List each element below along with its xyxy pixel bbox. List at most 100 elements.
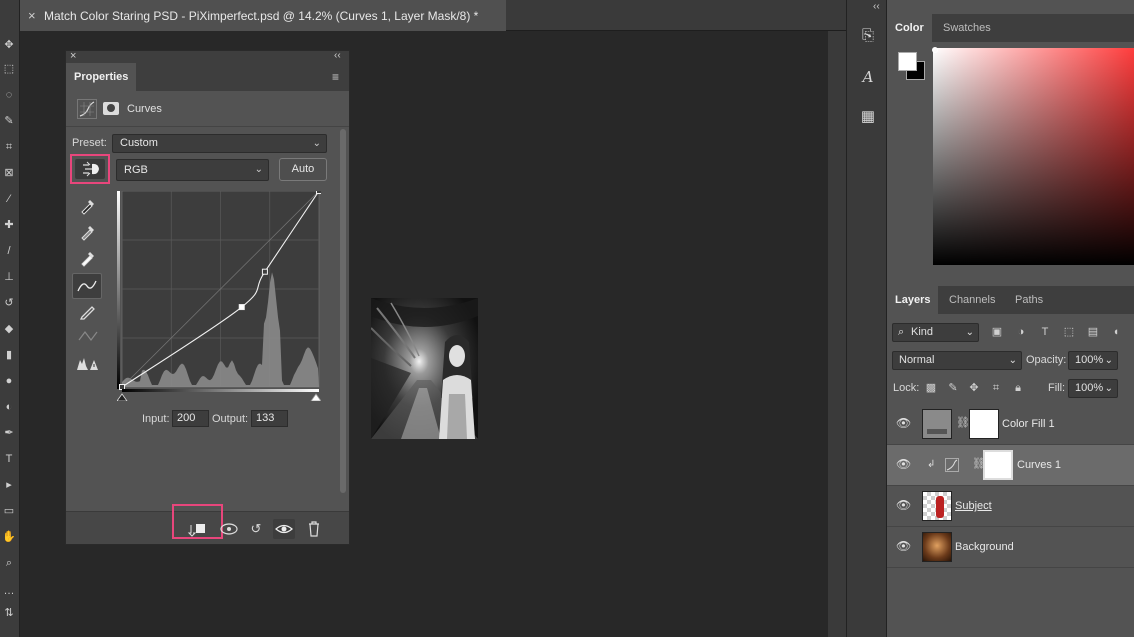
preset-select[interactable]: Custom ⌄ [112,134,327,153]
lock-all-icon[interactable]: 🔒︎ [1011,381,1025,395]
clipping-warning-icon[interactable] [74,354,102,378]
layer-row-curves-1[interactable]: 👁︎ ↲ ⛓︎ Curves 1 [887,445,1134,486]
fill-field[interactable]: 100% ⌄ [1068,379,1118,398]
lasso-tool-icon[interactable]: ◌ [2,88,16,102]
collapse-panel-icon[interactable]: ‹‹ [334,50,341,61]
background-thumbnail [922,532,952,562]
auto-button[interactable]: Auto [279,158,327,181]
channel-select[interactable]: RGB ⌄ [116,159,269,181]
black-point-eyedropper-icon[interactable] [74,196,102,220]
chevron-down-icon: ⌄ [1104,383,1113,394]
blur-tool-icon[interactable]: ● [2,374,16,388]
lock-artboard-icon[interactable]: ⌗ [989,381,1003,395]
tab-swatches[interactable]: Swatches [935,14,999,42]
pixel-filter-icon[interactable]: ▣ [990,325,1004,339]
chevron-down-icon: ⌄ [1104,355,1113,366]
view-previous-icon[interactable] [218,519,240,539]
visibility-eye-icon[interactable]: 👁︎ [896,417,911,429]
layer-mask-icon[interactable] [103,102,119,115]
lock-position-icon[interactable]: ✥ [967,381,981,395]
move-tool-icon[interactable]: ✥ [2,38,16,52]
link-chain-icon[interactable]: ⛓︎ [972,457,986,473]
curve-point-icon[interactable] [72,273,102,299]
history-brush-tool-icon[interactable]: ↺ [2,296,16,310]
tab-color[interactable]: Color [887,14,932,42]
adjustment-filter-icon[interactable]: ◑ [1014,325,1028,339]
smooth-icon[interactable] [74,328,102,352]
link-chain-icon[interactable]: ⛓︎ [956,416,970,432]
healing-tool-icon[interactable]: ✚ [2,218,16,232]
adjustments-panel-icon[interactable]: ▦ [858,107,878,127]
pen-tool-icon[interactable]: ✒ [2,426,16,440]
curves-graph[interactable] [117,191,321,401]
shape-filter-icon[interactable]: ⬚ [1062,325,1076,339]
pencil-icon[interactable] [74,301,102,325]
type-filter-icon[interactable]: T [1038,325,1052,339]
white-point-eyedropper-icon[interactable] [74,248,102,272]
type-tool-icon[interactable]: T [2,452,16,466]
frame-tool-icon[interactable]: ⊠ [2,166,16,180]
scrollbar-thumb[interactable] [340,129,346,493]
visibility-eye-icon[interactable]: 👁︎ [896,499,911,511]
document-image[interactable] [371,298,478,439]
close-document-icon[interactable]: × [28,8,40,23]
clip-to-layer-icon[interactable] [186,519,208,539]
tab-layers[interactable]: Layers [887,286,939,314]
smart-object-filter-icon[interactable]: ▤ [1086,325,1100,339]
output-field[interactable]: 133 [251,410,288,427]
chevron-down-icon: ⌄ [312,138,321,149]
properties-scrollbar[interactable] [338,127,348,493]
color-panel-tabs: Color Swatches [887,14,1134,42]
layer-filter-select[interactable]: ⌕ Kind ⌄ [892,323,979,342]
trash-icon[interactable] [303,519,325,539]
eyedropper-tool-icon[interactable]: ⁄ [2,192,16,206]
blend-mode-select[interactable]: Normal ⌄ [892,351,1022,370]
hand-tool-icon[interactable]: ✋ [2,530,16,544]
chevron-down-icon: ⌄ [1008,355,1017,366]
character-panel-icon[interactable]: A [858,67,878,87]
gray-point-eyedropper-icon[interactable] [74,222,102,246]
layer-row-color-fill-1[interactable]: 👁︎ ⛓︎ Color Fill 1 [887,404,1134,445]
input-field[interactable]: 200 [172,410,209,427]
curve-point [261,268,268,275]
gradient-tool-icon[interactable]: ▮ [2,348,16,362]
document-tab[interactable]: × Match Color Staring PSD - PiXimperfect… [20,0,506,31]
color-picker-cursor[interactable] [932,47,938,53]
channel-value: RGB [124,164,148,176]
layer-row-background[interactable]: 👁︎ Background [887,527,1134,568]
dodge-tool-icon[interactable]: ◐ [2,400,16,414]
panel-menu-icon[interactable]: ≡ [332,70,339,84]
zoom-tool-icon[interactable]: ⌕ [2,556,16,570]
foreground-color-swatch[interactable] [898,52,917,71]
visibility-icon[interactable] [273,519,295,539]
tab-properties[interactable]: Properties [66,63,136,91]
tab-channels[interactable]: Channels [941,286,1003,314]
visibility-eye-icon[interactable]: 👁︎ [896,540,911,552]
collapse-dock-icon[interactable]: ‹‹ [873,1,880,12]
marquee-tool-icon[interactable]: ⬚ [2,62,16,76]
panel-title-bar[interactable]: × ‹‹ [66,50,349,63]
canvas-scrollbar[interactable] [828,31,846,637]
path-select-tool-icon[interactable]: ▸ [2,478,16,492]
lock-image-icon[interactable]: ✎ [946,381,960,395]
curves-adjustment-icon[interactable] [77,99,97,119]
brush-tool-icon[interactable]: / [2,244,16,258]
opacity-field[interactable]: 100% ⌄ [1068,351,1118,370]
eraser-tool-icon[interactable]: ◆ [2,322,16,336]
on-image-adjust-tool[interactable] [70,154,110,184]
layer-row-subject[interactable]: 👁︎ Subject [887,486,1134,527]
stamp-tool-icon[interactable]: ⊥ [2,270,16,284]
lock-transparent-icon[interactable]: ▩ [924,381,938,395]
quick-select-tool-icon[interactable]: ✎ [2,114,16,128]
filter-toggle-icon[interactable]: ◖ [1109,325,1123,339]
shape-tool-icon[interactable]: ▭ [2,504,16,518]
history-panel-icon[interactable]: ⎘ [858,26,878,46]
swap-colors-icon[interactable]: ⇅ [2,606,16,620]
tab-paths[interactable]: Paths [1007,286,1051,314]
more-tools-icon[interactable]: … [2,584,16,598]
color-picker-field[interactable] [933,48,1134,265]
close-panel-icon[interactable]: × [70,50,76,62]
crop-tool-icon[interactable]: ⌗ [2,140,16,154]
reset-icon[interactable]: ↺ [245,519,267,539]
visibility-eye-icon[interactable]: 👁︎ [896,458,911,470]
